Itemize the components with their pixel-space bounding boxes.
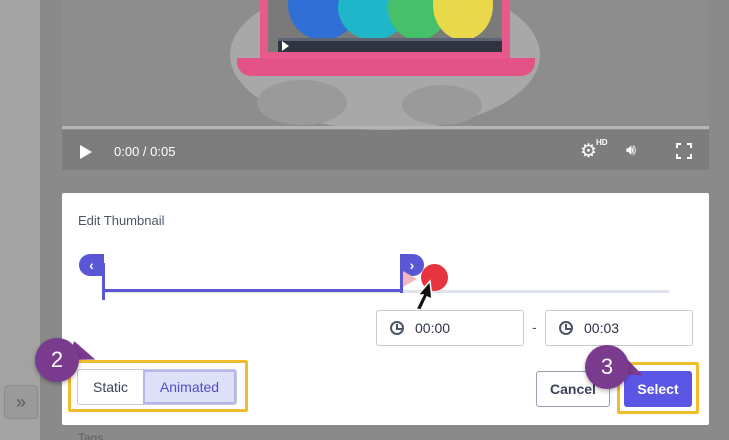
- double-chevron-right-icon: »: [15, 391, 26, 412]
- hd-badge: HD: [596, 138, 608, 147]
- tags-label: Tags: [78, 431, 104, 440]
- timeline-selected-range: [102, 289, 402, 292]
- play-icon[interactable]: [80, 145, 92, 159]
- end-time-field[interactable]: 00:03: [545, 310, 693, 346]
- step-3-badge: 3: [585, 345, 629, 389]
- expand-sidebar-button[interactable]: »: [4, 385, 38, 419]
- video-time: 0:00 / 0:05: [114, 144, 176, 159]
- range-start-handle[interactable]: ‹: [79, 254, 104, 276]
- volume-icon[interactable]: 🔊︎: [626, 142, 636, 160]
- fullscreen-icon[interactable]: [676, 143, 692, 159]
- start-time-field[interactable]: 00:00: [376, 310, 524, 346]
- step-2-badge: 2: [35, 338, 79, 382]
- chevron-left-icon: ‹: [89, 257, 94, 273]
- cursor-icon: [414, 279, 433, 311]
- cloud-shape: [257, 80, 347, 125]
- left-rail: [0, 0, 40, 440]
- highlight-toggle-group: [68, 360, 248, 412]
- time-separator: -: [532, 319, 537, 335]
- clock-icon: [559, 321, 573, 335]
- laptop-base: [237, 58, 535, 76]
- end-time-value: 00:03: [584, 320, 620, 336]
- mini-play-icon: [282, 41, 289, 51]
- video-progress-bar[interactable]: [62, 126, 709, 129]
- laptop-illustration: [260, 0, 510, 60]
- video-player[interactable]: 0:00 / 0:05 ⚙ HD 🔊︎: [62, 0, 709, 170]
- video-frame: [62, 0, 709, 130]
- video-controls: 0:00 / 0:05 ⚙ HD 🔊︎: [62, 130, 709, 170]
- clock-icon: [390, 321, 404, 335]
- start-time-value: 00:00: [415, 320, 451, 336]
- cloud-shape: [402, 85, 482, 125]
- panel-title: Edit Thumbnail: [78, 213, 165, 228]
